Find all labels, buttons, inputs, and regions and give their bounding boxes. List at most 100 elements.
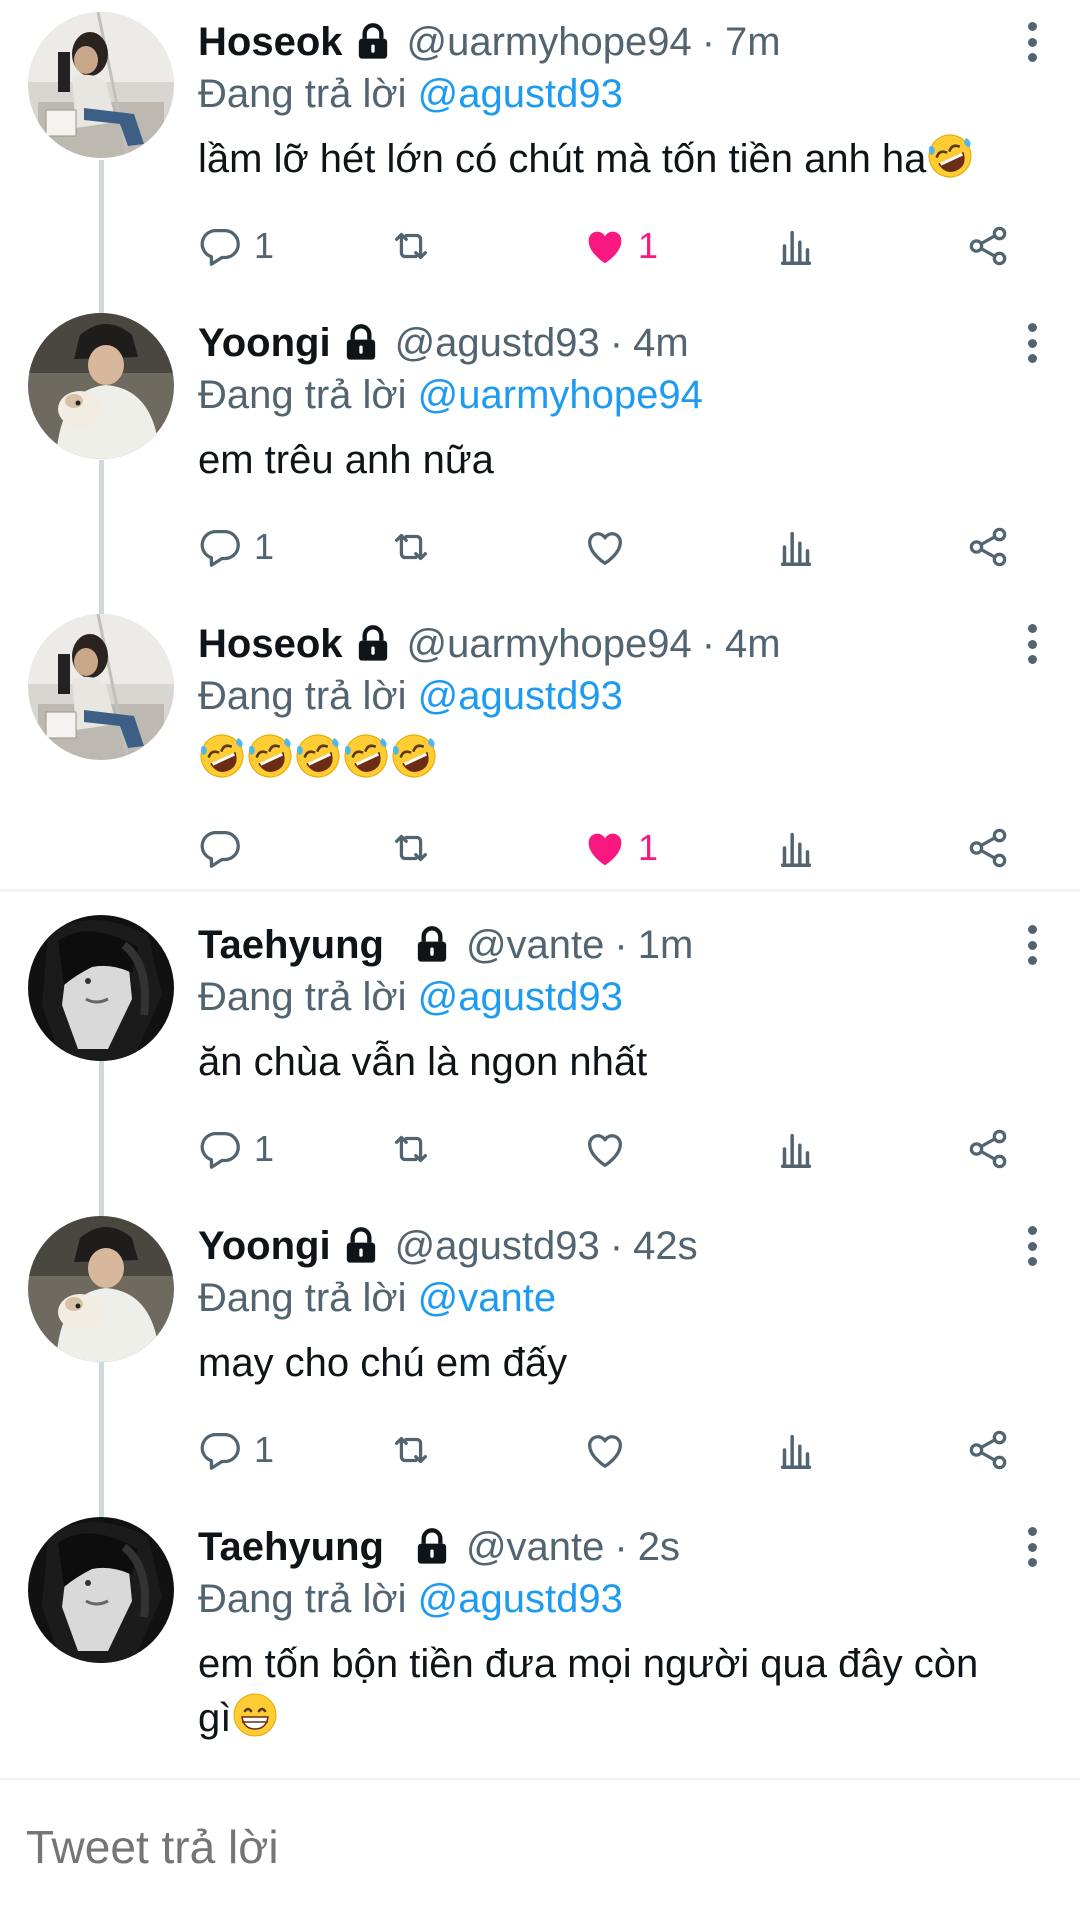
separator: · [614,923,628,967]
avatar[interactable] [28,614,174,760]
display-name[interactable]: Taehyung [198,917,384,973]
separator: · [609,1224,624,1268]
lock-icon [353,624,393,664]
handle[interactable]: @vante [466,1519,604,1575]
timestamp[interactable]: 1m [638,917,694,973]
replying-prefix: Đang trả lời [198,975,407,1019]
avatar[interactable] [28,313,174,459]
avatar[interactable] [28,1517,174,1663]
tweet-header: Hoseok @uarmyhope94 · 7m [198,14,781,70]
tweet-text: lầm lỡ hét lớn có chút mà tốn tiền anh h… [198,132,1048,186]
tweet[interactable]: Yoongi @agustd93 · 4m Đang trả lời @uarm… [0,301,1080,602]
share-button[interactable] [965,218,1011,274]
handle[interactable]: @agustd93 [395,1218,600,1274]
replying-prefix: Đang trả lời [198,373,407,417]
taehyung-avatar [28,915,174,1061]
retweet-button[interactable] [388,218,434,274]
reply-button[interactable]: 1 [198,218,274,274]
share-button[interactable] [965,1422,1011,1478]
tweet-text: em trêu anh nữa [198,438,494,482]
tweet[interactable]: Hoseok @uarmyhope94 · 7m Đang trả lời @a… [0,0,1080,301]
timestamp[interactable]: 7m [725,14,781,70]
like-button[interactable]: 1 [582,218,658,274]
more-vertical-icon[interactable] [1022,22,1042,62]
tweet-actions: 1 [0,519,1080,575]
like-button[interactable] [582,519,628,575]
display-name[interactable]: Hoseok [198,616,343,672]
more-vertical-icon[interactable] [1022,925,1042,965]
retweet-icon [388,825,434,871]
replying-to: Đang trả lời @agustd93 [198,66,623,122]
reply-input[interactable] [24,1806,1028,1888]
display-name[interactable]: Hoseok [198,14,343,70]
share-icon [965,825,1011,871]
retweet-button[interactable] [388,1422,434,1478]
tweet[interactable]: Yoongi @agustd93 · 42s Đang trả lời @van… [0,1204,1080,1505]
reply-button[interactable]: 1 [198,1121,274,1177]
tweet-header: Taehyung @vante · 1m [198,917,693,973]
handle[interactable]: @uarmyhope94 [407,14,692,70]
retweet-button[interactable] [388,519,434,575]
tweet[interactable]: Taehyung @vante · 2s Đang trả lời @agust… [0,1505,1080,1806]
reply-button[interactable]: 1 [198,1422,274,1478]
retweet-button[interactable] [388,820,434,876]
timestamp[interactable]: 2s [638,1519,680,1575]
like-button[interactable]: 1 [582,820,658,876]
tweet[interactable]: Hoseok @uarmyhope94 · 4m Đang trả lời @a… [0,602,1080,903]
reply-button[interactable] [198,820,244,876]
tweet-actions: 1 [0,820,1080,876]
share-button[interactable] [965,519,1011,575]
replying-to: Đang trả lời @uarmyhope94 [198,367,703,423]
stats-button[interactable] [773,1422,819,1478]
avatar[interactable] [28,1216,174,1362]
mention-link[interactable]: @agustd93 [418,975,623,1019]
timestamp[interactable]: 4m [725,616,781,672]
reply-icon [198,524,244,570]
heart-icon [582,1427,628,1473]
share-button[interactable] [965,1121,1011,1177]
stats-icon [773,825,819,871]
more-vertical-icon[interactable] [1022,624,1042,664]
tweet-header: Yoongi @agustd93 · 42s [198,1218,698,1274]
rofl-emoji [926,132,974,180]
handle[interactable]: @agustd93 [395,315,600,371]
stats-button[interactable] [773,1121,819,1177]
timestamp[interactable]: 4m [633,315,689,371]
reply-icon [198,825,244,871]
handle[interactable]: @uarmyhope94 [407,616,692,672]
mention-link[interactable]: @agustd93 [418,674,623,718]
like-button[interactable] [582,1121,628,1177]
more-vertical-icon[interactable] [1022,323,1042,363]
retweet-icon [388,524,434,570]
retweet-button[interactable] [388,1121,434,1177]
like-button[interactable] [582,1422,628,1478]
handle[interactable]: @vante [466,917,604,973]
reply-count: 1 [254,526,275,567]
mention-link[interactable]: @uarmyhope94 [418,373,703,417]
rofl-emoji [294,732,342,780]
reply-button[interactable]: 1 [198,519,274,575]
tweet[interactable]: Taehyung @vante · 1m Đang trả lời @agust… [0,903,1080,1204]
timestamp[interactable]: 42s [633,1218,698,1274]
stats-button[interactable] [773,218,819,274]
share-button[interactable] [965,820,1011,876]
lock-icon [412,1527,452,1567]
avatar[interactable] [28,12,174,158]
more-vertical-icon[interactable] [1022,1527,1042,1567]
display-name[interactable]: Yoongi [198,315,331,371]
mention-link[interactable]: @vante [418,1276,556,1320]
replying-to: Đang trả lời @agustd93 [198,668,623,724]
stats-button[interactable] [773,519,819,575]
mention-link[interactable]: @agustd93 [418,72,623,116]
stats-icon [773,223,819,269]
lock-icon [412,925,452,965]
replying-prefix: Đang trả lời [198,72,407,116]
stats-button[interactable] [773,820,819,876]
mention-link[interactable]: @agustd93 [418,1577,623,1621]
avatar[interactable] [28,915,174,1061]
yoongi-avatar [28,1216,174,1362]
more-vertical-icon[interactable] [1022,1226,1042,1266]
display-name[interactable]: Yoongi [198,1218,331,1274]
display-name[interactable]: Taehyung [198,1519,384,1575]
stats-icon [773,1427,819,1473]
